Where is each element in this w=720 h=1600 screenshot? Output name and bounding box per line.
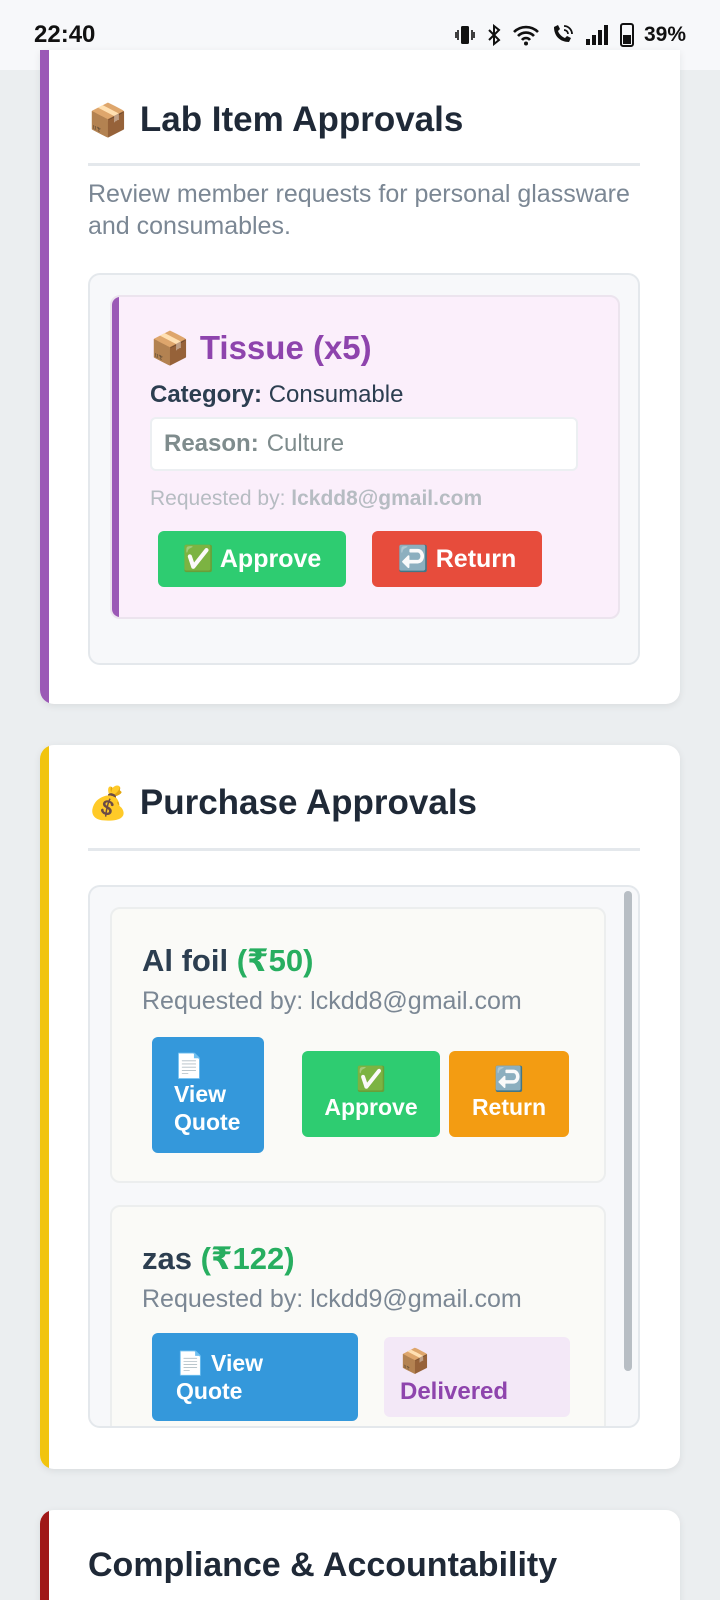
lab-item-approvals-card: 📦 Lab Item Approvals Review member reque… <box>40 50 680 704</box>
bluetooth-icon <box>486 24 502 46</box>
lab-item-name: Tissue (x5) <box>199 329 372 366</box>
requested-email: lckdd8@gmail.com <box>291 487 483 510</box>
signal-icon <box>584 24 610 46</box>
purchase-item-price: (₹50) <box>236 943 314 978</box>
package-icon: 📦 <box>400 1348 430 1375</box>
view-quote-line2: Quote <box>174 1109 241 1135</box>
purchase-item-title: zas (₹122) <box>142 1241 295 1277</box>
view-quote-line2: Quote <box>176 1378 243 1404</box>
vibrate-icon <box>454 24 476 46</box>
purchase-list-scrollbar[interactable] <box>624 891 632 1371</box>
lab-item-list: 📦 Tissue (x5) Category: Consumable Reaso… <box>88 273 640 665</box>
return-button[interactable]: ↩️ Return <box>372 531 542 587</box>
purchase-approvals-card: 💰 Purchase Approvals Al foil (₹50) Reque… <box>40 745 680 1469</box>
purchase-item-name: zas <box>142 1241 192 1276</box>
status-icons: 39% <box>454 23 686 47</box>
purchase-section-title-text: Purchase Approvals <box>139 783 478 822</box>
compliance-card: Compliance & Accountability <box>40 1510 680 1600</box>
return-button[interactable]: ↩️ Return <box>449 1051 569 1137</box>
category-label: Category: <box>150 381 263 408</box>
battery-icon <box>619 23 634 47</box>
lab-section-description: Review member requests for personal glas… <box>88 180 630 240</box>
section-divider <box>88 163 640 166</box>
purchase-item-title: Al foil (₹50) <box>142 943 313 979</box>
approve-button[interactable]: ✅ Approve <box>158 531 346 587</box>
lab-item-card: 📦 Tissue (x5) Category: Consumable Reaso… <box>110 295 620 619</box>
purchase-item-price: (₹122) <box>200 1241 295 1276</box>
purchase-item-requested-by: Requested by: lckdd9@gmail.com <box>142 1285 522 1313</box>
requested-label: Requested by: <box>150 487 286 510</box>
return-arrow-icon: ↩️ <box>494 1066 524 1093</box>
view-quote-line1: 📄 View <box>176 1350 264 1376</box>
purchase-item-name: Al foil <box>142 943 229 978</box>
purchase-section-title: 💰 Purchase Approvals <box>88 783 477 823</box>
check-icon: ✅ <box>356 1066 386 1093</box>
lab-section-title-text: Lab Item Approvals <box>139 100 464 139</box>
wifi-icon <box>512 24 540 46</box>
package-icon: 📦 <box>88 102 128 138</box>
lab-item-reason: Reason: Culture <box>150 417 578 471</box>
approve-label: Approve <box>324 1094 418 1120</box>
lab-item-category: Category: Consumable <box>150 381 403 409</box>
return-label: Return <box>471 1094 547 1120</box>
wifi-call-icon <box>550 24 574 46</box>
battery-percent: 39% <box>643 23 686 46</box>
view-quote-line1: View <box>174 1081 226 1107</box>
delivered-label: Delivered <box>400 1378 509 1405</box>
status-time: 22:40 <box>34 21 96 48</box>
view-quote-button[interactable]: 📄 View Quote <box>152 1333 358 1421</box>
category-value: Consumable <box>268 381 404 408</box>
package-icon: 📦 <box>150 330 190 366</box>
purchase-item: zas (₹122) Requested by: lckdd9@gmail.co… <box>110 1205 606 1426</box>
lab-section-title: 📦 Lab Item Approvals <box>88 100 463 140</box>
lab-item-requested-by: Requested by: lckdd8@gmail.com <box>150 487 482 511</box>
section-divider <box>88 848 640 851</box>
reason-value: Culture <box>266 430 345 457</box>
money-bag-icon: 💰 <box>88 785 128 821</box>
purchase-list[interactable]: Al foil (₹50) Requested by: lckdd8@gmail… <box>88 885 640 1428</box>
compliance-section-title: Compliance & Accountability <box>88 1546 558 1584</box>
view-quote-button[interactable]: 📄 View Quote <box>152 1037 264 1153</box>
delivered-status-badge: 📦 Delivered <box>384 1337 570 1417</box>
purchase-item: Al foil (₹50) Requested by: lckdd8@gmail… <box>110 907 606 1183</box>
reason-label: Reason: <box>164 430 259 457</box>
lab-item-title: 📦 Tissue (x5) <box>150 329 372 367</box>
document-icon: 📄 <box>174 1053 204 1080</box>
purchase-item-requested-by: Requested by: lckdd8@gmail.com <box>142 987 522 1015</box>
approve-button[interactable]: ✅ Approve <box>302 1051 440 1137</box>
